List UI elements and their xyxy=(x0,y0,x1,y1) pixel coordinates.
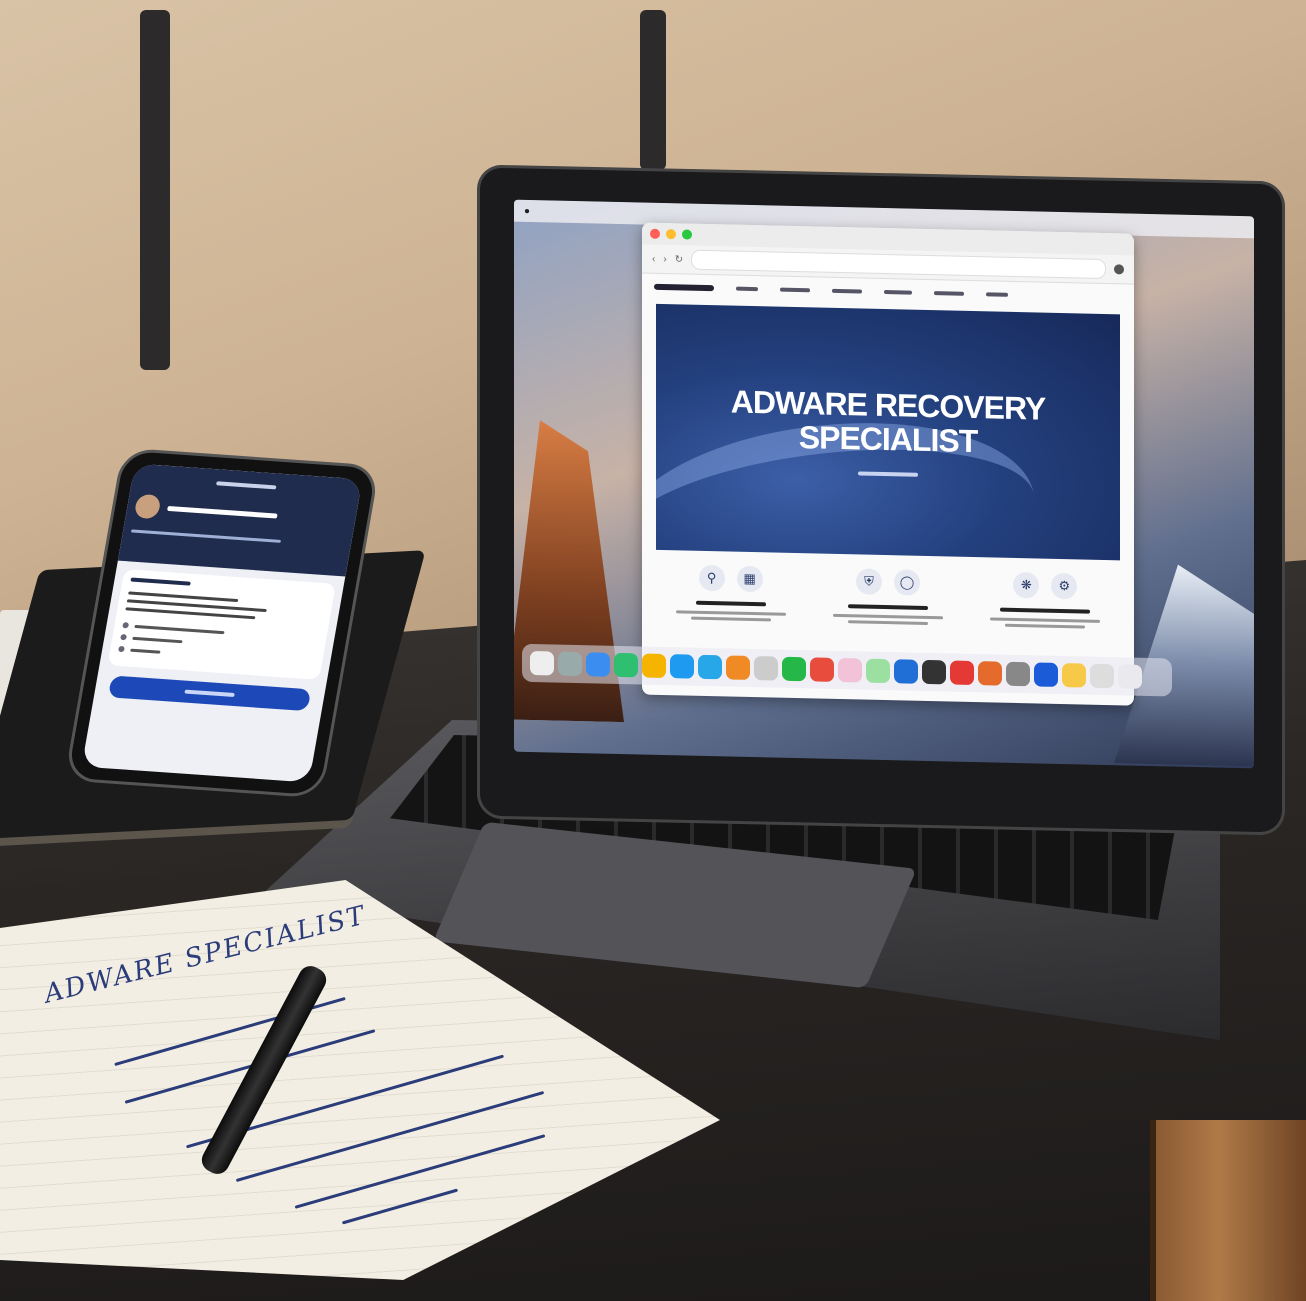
dock-app-icon[interactable] xyxy=(950,660,974,686)
nav-link[interactable] xyxy=(884,290,912,295)
nav-link[interactable] xyxy=(934,291,964,296)
reload-icon[interactable]: ↻ xyxy=(675,254,683,265)
hero-title: ADWARE RECOVERY SPECIALIST xyxy=(730,383,1046,460)
feature-text-bar xyxy=(990,617,1101,623)
dock-app-icon[interactable] xyxy=(978,661,1002,686)
shelf-bracket-left xyxy=(140,10,170,370)
bug-icon: ❋ xyxy=(1013,571,1040,599)
feature-text-bar xyxy=(695,600,766,607)
dock-app-icon[interactable] xyxy=(558,651,582,677)
feature-text-bar xyxy=(832,613,943,620)
dock-app-icon[interactable] xyxy=(698,654,722,680)
nav-link[interactable] xyxy=(780,287,810,293)
nav-link[interactable] xyxy=(986,292,1008,297)
profile-text-bar xyxy=(167,505,278,519)
dock-app-icon[interactable] xyxy=(1034,662,1058,687)
dock-app-icon[interactable] xyxy=(782,656,806,682)
dock-app-icon[interactable] xyxy=(614,652,638,678)
nav-logo[interactable] xyxy=(654,283,714,292)
button-label-bar xyxy=(184,689,235,697)
avatar xyxy=(133,493,162,520)
feature-text-bar xyxy=(690,616,771,622)
card-heading-bar xyxy=(130,577,191,586)
dock-app-icon[interactable] xyxy=(838,657,862,683)
dock-app-icon[interactable] xyxy=(1062,663,1086,688)
forward-icon[interactable]: › xyxy=(663,253,666,264)
hero-banner: ADWARE RECOVERY SPECIALIST xyxy=(656,303,1120,561)
close-window-icon[interactable] xyxy=(650,228,660,239)
feature-text-bar xyxy=(847,604,928,610)
nav-link[interactable] xyxy=(832,288,862,294)
feature-card: ❋ ⚙ xyxy=(975,571,1115,629)
feature-text-bar xyxy=(847,620,928,625)
url-field[interactable] xyxy=(691,249,1106,280)
extension-icon[interactable] xyxy=(1114,264,1124,275)
wooden-cabinet xyxy=(1150,1120,1306,1301)
back-icon[interactable]: ‹ xyxy=(652,253,655,264)
settings-icon: ⚙ xyxy=(1051,572,1078,600)
dock-app-icon[interactable] xyxy=(586,652,610,677)
phone-title-bar xyxy=(215,481,277,490)
laptop-screen: ● ‹ › ↻ ADWARE RECOVERY SPECIALIST ⚲ ▦ ⛨… xyxy=(514,199,1254,769)
shield-icon: ⛨ xyxy=(855,568,882,595)
phone-header xyxy=(117,463,363,577)
nav-link[interactable] xyxy=(736,286,758,292)
feature-text-bar xyxy=(1005,623,1086,629)
dock-app-icon[interactable] xyxy=(726,655,750,680)
message-card xyxy=(107,569,336,680)
profile-text-bar xyxy=(130,529,282,543)
dock-app-icon[interactable] xyxy=(1006,661,1030,687)
dock-app-icon[interactable] xyxy=(642,653,666,679)
zoom-window-icon[interactable] xyxy=(682,229,692,240)
dock-app-icon[interactable] xyxy=(922,659,946,685)
dock-app-icon[interactable] xyxy=(1090,663,1114,689)
dock-app-icon[interactable] xyxy=(754,656,778,681)
trash-icon[interactable] xyxy=(1118,664,1142,689)
feature-text-bar xyxy=(1000,607,1091,614)
search-icon: ⚲ xyxy=(698,564,725,592)
feature-row: ⚲ ▦ ⛨ ◯ ❋ ⚙ xyxy=(642,550,1134,630)
phone-screen xyxy=(81,463,363,783)
photo-scene: ● ‹ › ↻ ADWARE RECOVERY SPECIALIST ⚲ ▦ ⛨… xyxy=(0,0,1306,1301)
feature-card: ⚲ ▦ xyxy=(661,564,801,622)
dock-app-icon[interactable] xyxy=(866,658,890,684)
phone-primary-button[interactable] xyxy=(107,675,312,712)
feature-card: ⛨ ◯ xyxy=(818,568,958,626)
document-icon: ▦ xyxy=(736,565,763,593)
dock-app-icon[interactable] xyxy=(810,657,834,682)
dock-app-icon[interactable] xyxy=(530,650,554,676)
dock-app-icon[interactable] xyxy=(670,654,694,679)
minimize-window-icon[interactable] xyxy=(666,229,676,240)
shelf-bracket-right xyxy=(640,10,666,170)
dock-app-icon[interactable] xyxy=(894,659,918,684)
feature-text-bar xyxy=(675,610,786,616)
apple-icon[interactable]: ● xyxy=(524,205,530,216)
browser-window: ‹ › ↻ ADWARE RECOVERY SPECIALIST ⚲ ▦ ⛨ ◯… xyxy=(642,222,1134,706)
globe-icon: ◯ xyxy=(893,569,920,596)
